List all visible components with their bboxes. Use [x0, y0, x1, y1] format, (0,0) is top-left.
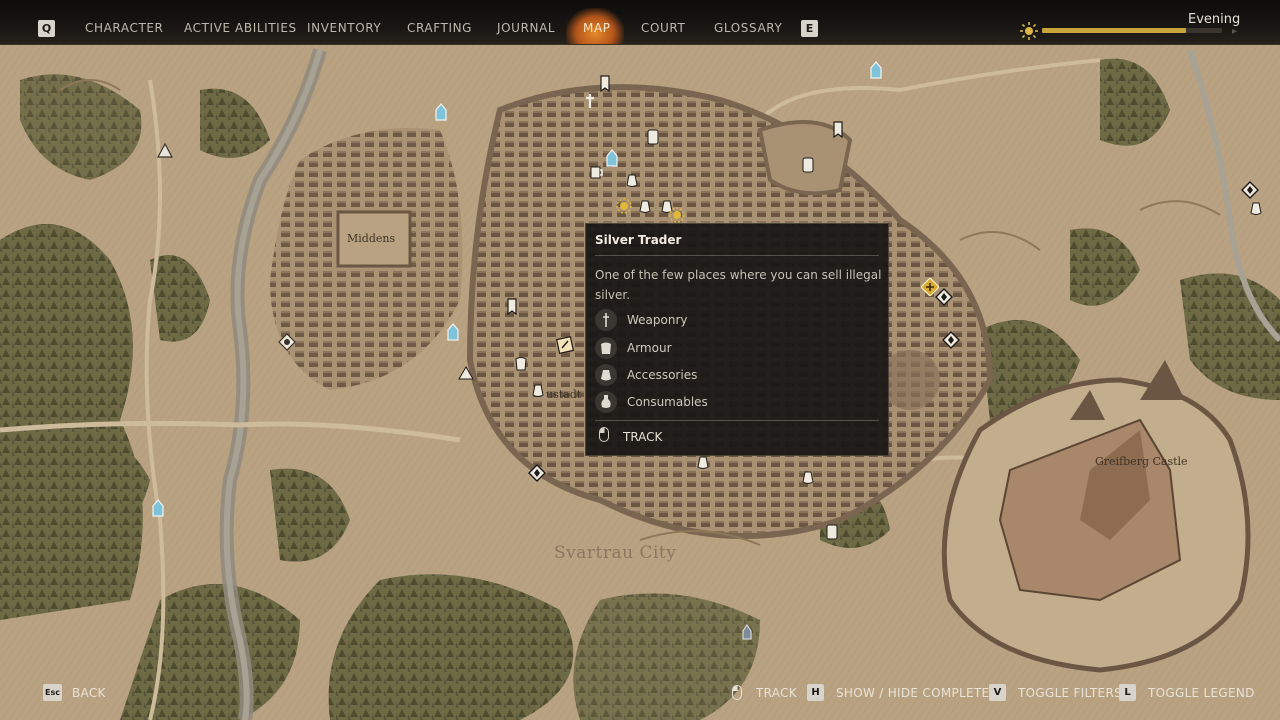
track-hint-label[interactable]: TRACK — [756, 686, 797, 700]
moon-marker-icon[interactable] — [833, 533, 851, 551]
banner-marker-icon[interactable] — [596, 75, 614, 93]
tracked-objective-icon[interactable] — [921, 278, 939, 296]
prev-tab-key[interactable]: Q — [38, 20, 55, 37]
tab-glossary[interactable]: GLOSSARY — [714, 21, 782, 35]
chapel-marker-icon[interactable] — [603, 149, 621, 167]
tooltip-track-label: TRACK — [623, 429, 663, 444]
tab-map[interactable]: MAP — [583, 21, 611, 35]
toggle-filters-label[interactable]: TOGGLE FILTERS — [1018, 686, 1122, 700]
map-label-greifberg-castle: Greifberg Castle — [1095, 455, 1188, 468]
show-hide-completed-label[interactable]: SHOW / HIDE COMPLETED — [836, 686, 999, 700]
day-progress-fill — [1042, 28, 1186, 33]
pouch-marker-icon[interactable] — [529, 381, 547, 399]
top-navigation-bar: Q CHARACTER ACTIVE ABILITIES INVENTORY C… — [0, 0, 1280, 45]
quest-diamond-icon[interactable] — [1241, 181, 1259, 199]
pouch-marker-icon[interactable] — [1247, 199, 1265, 217]
tooltip-divider — [595, 420, 879, 421]
map-label-svartrau-city: Svartrau City — [554, 543, 677, 563]
tooltip-title: Silver Trader — [595, 233, 682, 247]
tooltip-item-label: Armour — [627, 341, 672, 355]
pouch-marker-icon[interactable] — [636, 197, 654, 215]
banner-marker-icon[interactable] — [829, 121, 847, 139]
pouch-marker-icon[interactable] — [623, 171, 641, 189]
pouch-icon — [595, 364, 617, 386]
location-tooltip: Silver Trader One of the few places wher… — [585, 223, 889, 456]
tab-crafting[interactable]: CRAFTING — [407, 21, 472, 35]
blacksmith-marker-icon[interactable] — [581, 93, 599, 111]
tab-court[interactable]: COURT — [641, 21, 685, 35]
day-progress-bar — [1042, 28, 1222, 33]
quest-diamond-icon[interactable] — [528, 464, 546, 482]
quest-diamond-icon[interactable] — [942, 331, 960, 349]
tooltip-item-weaponry: Weaponry — [595, 309, 688, 331]
bathhouse-marker-icon[interactable] — [278, 333, 296, 351]
sword-icon — [595, 309, 617, 331]
potion-icon — [595, 391, 617, 413]
scroll-marker-icon[interactable] — [644, 128, 662, 146]
tooltip-item-consumables: Consumables — [595, 391, 708, 413]
mouse-icon — [732, 685, 742, 704]
tab-active-abilities[interactable]: ACTIVE ABILITIES — [184, 21, 297, 35]
sun-icon — [1020, 22, 1038, 44]
tooltip-item-accessories: Accessories — [595, 364, 697, 386]
camp-marker-icon[interactable] — [156, 141, 174, 159]
pouch-marker-icon[interactable] — [799, 468, 817, 486]
toggle-legend-label[interactable]: TOGGLE LEGEND — [1148, 686, 1255, 700]
scroll-marker-icon[interactable] — [799, 156, 817, 174]
grave-marker-icon[interactable] — [738, 623, 756, 641]
tab-journal[interactable]: JOURNAL — [497, 21, 555, 35]
toggle-legend-key[interactable]: L — [1119, 684, 1136, 701]
tooltip-item-label: Consumables — [627, 395, 708, 409]
map-label-middens: Middens — [347, 232, 396, 245]
show-hide-key[interactable]: H — [807, 684, 824, 701]
chapel-marker-icon[interactable] — [867, 61, 885, 79]
mug-marker-icon[interactable] — [587, 163, 605, 181]
mouse-icon — [599, 427, 609, 446]
armourer-marker-icon[interactable] — [512, 355, 530, 373]
toggle-filters-key[interactable]: V — [989, 684, 1006, 701]
sun-marker-icon[interactable] — [668, 206, 686, 224]
sun-marker-icon[interactable] — [615, 197, 633, 215]
time-of-day-label: Evening — [1188, 12, 1241, 27]
silver-trader-marker-icon[interactable] — [556, 336, 574, 354]
chapel-marker-icon[interactable] — [149, 499, 167, 517]
tooltip-item-label: Weaponry — [627, 313, 688, 327]
tooltip-item-label: Accessories — [627, 368, 698, 382]
back-key[interactable]: Esc — [43, 684, 62, 701]
tooltip-divider — [595, 255, 879, 256]
armour-icon — [595, 337, 617, 359]
map-label-partial: ustadt — [546, 388, 582, 401]
tooltip-item-armour: Armour — [595, 337, 672, 359]
chevron-right-icon: ▸ — [1232, 26, 1238, 37]
tooltip-track-action[interactable]: TRACK — [599, 427, 662, 446]
banner-marker-icon[interactable] — [503, 298, 521, 316]
tab-character[interactable]: CHARACTER — [85, 21, 164, 35]
tab-inventory[interactable]: INVENTORY — [307, 21, 381, 35]
back-label[interactable]: BACK — [72, 686, 106, 700]
chapel-marker-icon[interactable] — [444, 323, 462, 341]
chapel-marker-icon[interactable] — [432, 103, 450, 121]
tooltip-description: One of the few places where you can sell… — [595, 268, 882, 302]
moon-marker-icon[interactable] — [466, 373, 484, 391]
next-tab-key[interactable]: E — [801, 20, 818, 37]
